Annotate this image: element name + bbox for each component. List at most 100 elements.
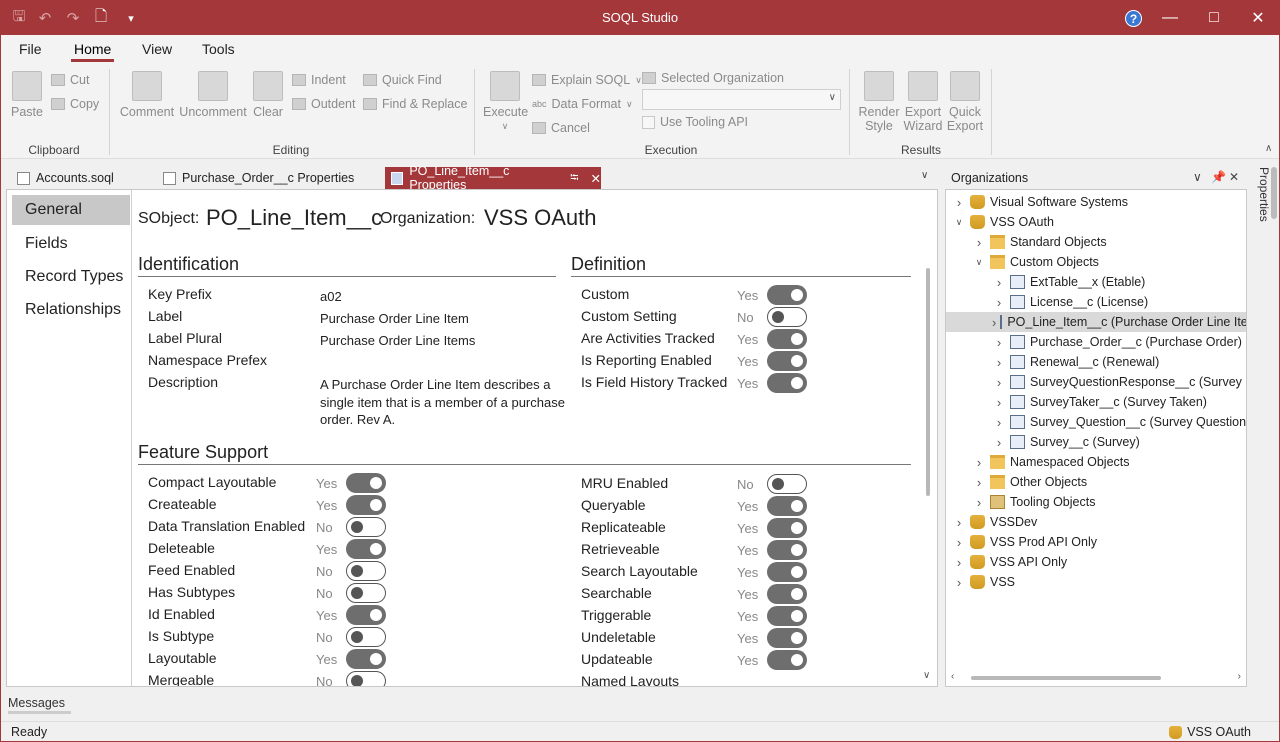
- help-icon[interactable]: ?: [1125, 10, 1142, 27]
- property-toggle[interactable]: [767, 562, 807, 582]
- property-toggle[interactable]: [767, 373, 807, 393]
- scroll-right-icon[interactable]: ›: [1238, 671, 1241, 682]
- nav-general[interactable]: General: [12, 195, 130, 225]
- paste-button[interactable]: Paste: [11, 71, 43, 119]
- close-panel-icon[interactable]: ✕: [1229, 170, 1239, 184]
- render-style-button[interactable]: Render Style: [857, 71, 901, 133]
- messages-tab[interactable]: Messages: [8, 696, 71, 714]
- export-wizard-button[interactable]: Export Wizard: [903, 71, 943, 133]
- pin-icon[interactable]: 📌: [1211, 170, 1226, 184]
- tree-node[interactable]: › Purchase_Order__c (Purchase Order): [946, 332, 1242, 352]
- property-toggle[interactable]: [767, 518, 807, 538]
- property-toggle[interactable]: [346, 517, 386, 537]
- property-toggle[interactable]: [346, 605, 386, 625]
- minimize-button[interactable]: —: [1147, 1, 1193, 35]
- tree-node[interactable]: › License__c (License): [946, 292, 1148, 312]
- nav-relationships[interactable]: Relationships: [12, 295, 130, 325]
- clear-button[interactable]: Clear: [251, 71, 285, 119]
- properties-scrollbar-thumb[interactable]: [1271, 167, 1277, 219]
- chevron-right-icon[interactable]: ›: [972, 235, 986, 250]
- chevron-right-icon[interactable]: ›: [992, 335, 1006, 350]
- cancel-button[interactable]: Cancel: [532, 121, 590, 135]
- chevron-right-icon[interactable]: ›: [992, 375, 1006, 390]
- tree-node[interactable]: › Visual Software Systems: [946, 192, 1128, 212]
- property-toggle[interactable]: [767, 496, 807, 516]
- property-toggle[interactable]: [767, 329, 807, 349]
- pin-icon[interactable]: ⭾: [570, 169, 578, 188]
- property-toggle[interactable]: [346, 473, 386, 493]
- tree-node[interactable]: › ExtTable__x (Etable): [946, 272, 1146, 292]
- execute-button[interactable]: Execute ∨: [483, 71, 528, 133]
- close-tab-icon[interactable]: ✕: [591, 171, 601, 186]
- menu-tools[interactable]: Tools: [202, 41, 235, 57]
- chevron-right-icon[interactable]: ›: [992, 315, 996, 330]
- tree-node[interactable]: › Tooling Objects: [946, 492, 1096, 512]
- quick-export-button[interactable]: Quick Export: [945, 71, 985, 133]
- menu-home[interactable]: Home: [70, 41, 115, 62]
- horizontal-scrollbar[interactable]: ‹ ›: [951, 671, 1241, 684]
- property-toggle[interactable]: [767, 628, 807, 648]
- chevron-right-icon[interactable]: ›: [952, 575, 966, 590]
- chevron-right-icon[interactable]: ›: [992, 435, 1006, 450]
- tree-node[interactable]: › Namespaced Objects: [946, 452, 1130, 472]
- use-tooling-checkbox[interactable]: [642, 116, 655, 129]
- tree-node[interactable]: › Renewal__c (Renewal): [946, 352, 1159, 372]
- data-format-button[interactable]: abc Data Format ∨: [532, 97, 633, 111]
- chevron-right-icon[interactable]: ›: [972, 455, 986, 470]
- property-toggle[interactable]: [346, 583, 386, 603]
- property-toggle[interactable]: [346, 561, 386, 581]
- scrollbar-thumb[interactable]: [971, 676, 1161, 680]
- copy-button[interactable]: Copy: [51, 97, 99, 111]
- property-toggle[interactable]: [767, 307, 807, 327]
- chevron-right-icon[interactable]: ›: [992, 415, 1006, 430]
- close-button[interactable]: ✕: [1235, 1, 1280, 35]
- property-toggle[interactable]: [346, 627, 386, 647]
- property-toggle[interactable]: [767, 285, 807, 305]
- tree-node[interactable]: › VSS API Only: [946, 552, 1067, 572]
- property-toggle[interactable]: [767, 584, 807, 604]
- comment-button[interactable]: Comment: [119, 71, 175, 119]
- property-toggle[interactable]: [767, 540, 807, 560]
- quick-find-button[interactable]: Quick Find: [363, 73, 442, 87]
- property-toggle[interactable]: [346, 495, 386, 515]
- uncomment-button[interactable]: Uncomment: [179, 71, 247, 119]
- tree-node[interactable]: › Survey_Question__c (Survey Question): [946, 412, 1246, 432]
- property-toggle[interactable]: [767, 474, 807, 494]
- menu-file[interactable]: File: [19, 41, 42, 57]
- collapse-ribbon-icon[interactable]: ∧: [1265, 143, 1272, 154]
- chevron-right-icon[interactable]: ›: [972, 495, 986, 510]
- menu-view[interactable]: View: [142, 41, 172, 57]
- cut-button[interactable]: Cut: [51, 73, 89, 87]
- tree-node[interactable]: › PO_Line_Item__c (Purchase Order Line It…: [946, 312, 1246, 332]
- property-toggle[interactable]: [346, 649, 386, 669]
- chevron-down-icon[interactable]: ∨: [972, 257, 986, 268]
- nav-fields[interactable]: Fields: [12, 229, 130, 259]
- property-toggle[interactable]: [346, 539, 386, 559]
- property-toggle[interactable]: [346, 671, 386, 686]
- find-replace-button[interactable]: Find & Replace: [363, 97, 467, 111]
- selected-org-dropdown[interactable]: ∨: [642, 89, 841, 110]
- indent-button[interactable]: Indent: [292, 73, 346, 87]
- tab-po-line-item-properties[interactable]: PO_Line_Item__c Properties ⭾ ✕: [385, 164, 601, 192]
- panel-menu-icon[interactable]: ∨: [1193, 170, 1202, 184]
- tree-node[interactable]: › SurveyQuestionResponse__c (Survey Ques: [946, 372, 1246, 392]
- chevron-right-icon[interactable]: ›: [992, 395, 1006, 410]
- tab-purchase-order-properties[interactable]: Purchase_Order__c Properties: [157, 167, 377, 189]
- chevron-right-icon[interactable]: ›: [952, 555, 966, 570]
- nav-record-types[interactable]: Record Types: [12, 262, 130, 292]
- tree-node[interactable]: ∨ Custom Objects: [946, 252, 1099, 272]
- tree-node[interactable]: › Survey__c (Survey): [946, 432, 1140, 452]
- tree-node[interactable]: › SurveyTaker__c (Survey Taken): [946, 392, 1207, 412]
- chevron-right-icon[interactable]: ›: [992, 275, 1006, 290]
- tab-list-dropdown-icon[interactable]: ∨: [921, 170, 928, 181]
- vertical-scrollbar[interactable]: [924, 268, 932, 688]
- chevron-right-icon[interactable]: ›: [952, 515, 966, 530]
- chevron-right-icon[interactable]: ›: [992, 295, 1006, 310]
- scroll-left-icon[interactable]: ‹: [951, 671, 954, 682]
- chevron-down-icon[interactable]: ∨: [952, 217, 966, 228]
- chevron-right-icon[interactable]: ›: [972, 475, 986, 490]
- properties-tab[interactable]: Properties: [1257, 167, 1271, 222]
- outdent-button[interactable]: Outdent: [292, 97, 355, 111]
- scroll-down-icon[interactable]: ∨: [923, 670, 930, 681]
- tree-node[interactable]: › VSSDev: [946, 512, 1037, 532]
